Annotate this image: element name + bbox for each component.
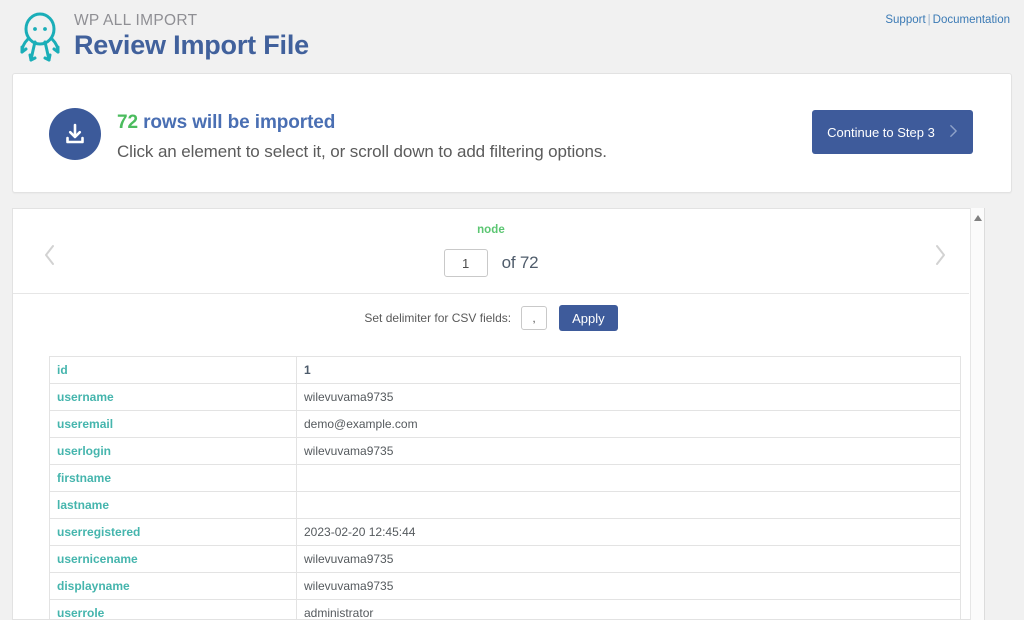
field-key[interactable]: userlogin — [49, 437, 297, 465]
table-row[interactable]: usernicename wilevuvama9735 — [49, 545, 961, 573]
continue-to-step-3-button[interactable]: Continue to Step 3 — [812, 110, 973, 154]
field-key[interactable]: useremail — [49, 410, 297, 438]
field-value[interactable]: 2023-02-20 12:45:44 — [296, 518, 961, 546]
page-header: WP ALL IMPORT Review Import File Support… — [0, 0, 1024, 72]
field-value[interactable]: wilevuvama9735 — [296, 572, 961, 600]
octopus-icon — [13, 8, 67, 64]
table-row[interactable]: userregistered 2023-02-20 12:45:44 — [49, 518, 961, 546]
element-pager: node of 72 — [13, 209, 969, 294]
field-value[interactable]: demo@example.com — [296, 410, 961, 438]
field-value[interactable] — [296, 491, 961, 519]
notice-subtext: Click an element to select it, or scroll… — [117, 141, 607, 161]
table-row[interactable]: lastname — [49, 491, 961, 519]
rows-headline: 72 rows will be imported — [117, 110, 607, 136]
table-row[interactable]: useremail demo@example.com — [49, 410, 961, 438]
table-row[interactable]: displayname wilevuvama9735 — [49, 572, 961, 600]
field-value[interactable]: wilevuvama9735 — [296, 437, 961, 465]
triangle-up-icon[interactable] — [974, 215, 982, 221]
page-title: Review Import File — [74, 29, 309, 60]
node-label: node — [477, 224, 505, 236]
table-row[interactable]: userlogin wilevuvama9735 — [49, 437, 961, 465]
table-row[interactable]: userrole administrator — [49, 599, 961, 619]
field-key[interactable]: username — [49, 383, 297, 411]
field-value[interactable]: wilevuvama9735 — [296, 545, 961, 573]
delimiter-label: Set delimiter for CSV fields: — [364, 311, 512, 325]
links-separator: | — [927, 14, 931, 26]
delimiter-input[interactable] — [521, 306, 548, 330]
page-total-label: of 72 — [501, 253, 539, 272]
element-fields-table: id 1 username wilevuvama9735 useremail demo@e… — [49, 356, 961, 619]
import-notice-panel: 72 rows will be imported Click an elemen… — [12, 73, 1012, 193]
field-key[interactable]: firstname — [49, 464, 297, 492]
import-notice-text: 72 rows will be imported Click an elemen… — [117, 110, 607, 164]
field-key[interactable]: displayname — [49, 572, 297, 600]
csv-delimiter-row: Set delimiter for CSV fields: Apply — [13, 293, 969, 343]
field-key[interactable]: userrole — [49, 599, 297, 619]
field-key[interactable]: usernicename — [49, 545, 297, 573]
table-body: id 1 username wilevuvama9735 useremail demo@e… — [49, 356, 961, 619]
field-key[interactable]: userregistered — [49, 518, 297, 546]
table-row[interactable]: firstname — [49, 464, 961, 492]
chevron-right-icon[interactable] — [933, 243, 947, 273]
field-value[interactable] — [296, 464, 961, 492]
brand-kicker: WP ALL IMPORT — [74, 12, 198, 30]
rows-count: 72 — [117, 112, 138, 133]
documentation-link[interactable]: Documentation — [933, 14, 1010, 26]
header-links: Support | Documentation — [885, 14, 1010, 26]
apply-delimiter-button[interactable]: Apply — [559, 305, 618, 331]
panel-scrollbar[interactable] — [970, 208, 985, 620]
pager-center: of 72 — [13, 249, 969, 277]
field-value[interactable]: wilevuvama9735 — [296, 383, 961, 411]
page-number-input[interactable] — [443, 249, 488, 277]
field-key[interactable]: id — [49, 356, 297, 384]
field-value[interactable]: 1 — [296, 356, 961, 384]
table-row[interactable]: id 1 — [49, 356, 961, 384]
field-key[interactable]: lastname — [49, 491, 297, 519]
import-download-icon — [49, 108, 101, 160]
import-preview-panel: node of 72 Set delimiter for CSV fields:… — [12, 208, 970, 620]
brand-logo-block: WP ALL IMPORT Review Import File — [13, 8, 309, 64]
chevron-right-icon — [949, 124, 958, 141]
rows-headline-rest: rows will be imported — [137, 112, 336, 133]
support-link[interactable]: Support — [885, 14, 925, 26]
field-value[interactable]: administrator — [296, 599, 961, 619]
continue-button-label: Continue to Step 3 — [827, 124, 935, 140]
table-row[interactable]: username wilevuvama9735 — [49, 383, 961, 411]
brand-text: WP ALL IMPORT Review Import File — [74, 13, 309, 59]
